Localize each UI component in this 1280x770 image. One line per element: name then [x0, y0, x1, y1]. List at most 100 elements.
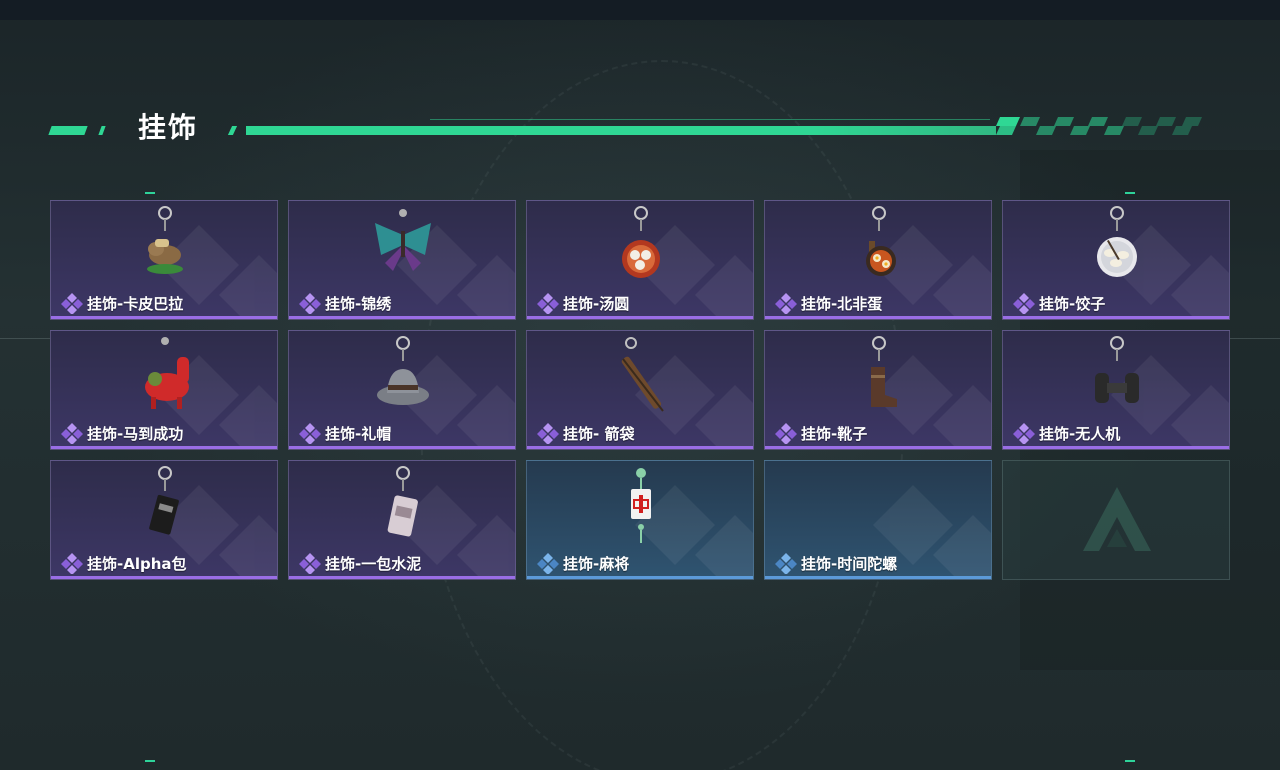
rarity-underline: [51, 316, 277, 319]
tangyuan-bowl-charm-icon: [601, 205, 681, 289]
red-horse-charm-icon: [125, 335, 205, 419]
cement-bag-charm-icon: [363, 465, 443, 549]
charm-card[interactable]: 挂饰-麻将: [526, 460, 754, 580]
rarity-diamond-icon: [775, 422, 797, 445]
rarity-underline: [289, 576, 515, 579]
charm-label-row: 挂饰-无人机: [1013, 421, 1120, 445]
charm-card[interactable]: 挂饰-Alpha包: [50, 460, 278, 580]
charm-name: 挂饰-卡皮巴拉: [87, 294, 184, 313]
shakshuka-pan-charm-icon: [839, 205, 919, 289]
charm-card[interactable]: 挂饰-马到成功: [50, 330, 278, 450]
charm-name: 挂饰-北非蛋: [801, 294, 883, 313]
header-accent-bar: [246, 126, 996, 135]
boot-charm-icon: [839, 335, 919, 419]
quiver-charm-icon: [601, 335, 681, 419]
rarity-diamond-icon: [61, 292, 83, 315]
charm-label-row: 挂饰- 箭袋: [537, 421, 634, 445]
corner-tick-bottom-right: [1125, 760, 1135, 762]
charm-card[interactable]: 挂饰-礼帽: [288, 330, 516, 450]
charm-label-row: 挂饰-一包水泥: [299, 551, 421, 575]
charm-name: 挂饰-礼帽: [325, 424, 392, 443]
rarity-diamond-icon: [61, 422, 83, 445]
game-logo-icon: [1079, 483, 1155, 559]
spinning-top-charm-icon: [839, 465, 919, 549]
rarity-diamond-icon: [775, 292, 797, 315]
charm-name: 挂饰-饺子: [1039, 294, 1106, 313]
rarity-underline: [527, 576, 753, 579]
rarity-underline: [765, 576, 991, 579]
rarity-underline: [765, 316, 991, 319]
rarity-underline: [1003, 446, 1229, 449]
rarity-diamond-icon: [299, 292, 321, 315]
butterfly-charm-icon: [363, 205, 443, 289]
charm-label-row: 挂饰-麻将: [537, 551, 629, 575]
corner-tick-top-right: [1125, 192, 1135, 194]
charm-label-row: 挂饰-饺子: [1013, 291, 1105, 315]
charm-label-row: 挂饰-锦绣: [299, 291, 391, 315]
dumplings-plate-charm-icon: [1077, 205, 1157, 289]
charm-name: 挂饰-汤圆: [563, 294, 630, 313]
charm-card[interactable]: 挂饰-汤圆: [526, 200, 754, 320]
charm-card[interactable]: 挂饰-饺子: [1002, 200, 1230, 320]
rarity-diamond-icon: [299, 422, 321, 445]
charm-label-row: 挂饰-靴子: [775, 421, 867, 445]
charm-label-row: 挂饰-礼帽: [299, 421, 391, 445]
rarity-diamond-icon: [1013, 292, 1035, 315]
capybara-charm-icon: [125, 205, 205, 289]
corner-tick-top-left: [145, 192, 155, 194]
empty-slot[interactable]: [1002, 460, 1230, 580]
rarity-diamond-icon: [537, 422, 559, 445]
rarity-diamond-icon: [775, 552, 797, 575]
fedora-hat-charm-icon: [363, 335, 443, 419]
charm-name: 挂饰-一包水泥: [325, 554, 422, 573]
charm-name: 挂饰-锦绣: [325, 294, 392, 313]
charm-card[interactable]: 挂饰- 箭袋: [526, 330, 754, 450]
right-guide-line: [1230, 338, 1280, 339]
charm-name: 挂饰-靴子: [801, 424, 868, 443]
top-strip: [0, 0, 1280, 20]
charm-label-row: 挂饰-Alpha包: [61, 551, 187, 575]
rarity-underline: [765, 446, 991, 449]
header-accent-slash: [98, 126, 106, 135]
corner-tick-bottom-left: [145, 760, 155, 762]
rarity-underline: [289, 446, 515, 449]
rarity-underline: [527, 316, 753, 319]
charm-label-row: 挂饰-时间陀螺: [775, 551, 897, 575]
charm-card[interactable]: 挂饰-时间陀螺: [764, 460, 992, 580]
charm-card[interactable]: 挂饰-无人机: [1002, 330, 1230, 450]
rarity-diamond-icon: [299, 552, 321, 575]
rarity-underline: [1003, 316, 1229, 319]
drone-wheels-charm-icon: [1077, 335, 1157, 419]
charm-name: 挂饰-无人机: [1039, 424, 1121, 443]
header-accent-slash-2: [227, 126, 238, 135]
rarity-underline: [527, 446, 753, 449]
rarity-underline: [289, 316, 515, 319]
rarity-underline: [51, 446, 277, 449]
charm-name: 挂饰-马到成功: [87, 424, 184, 443]
charm-name: 挂饰- 箭袋: [563, 424, 635, 443]
charm-card[interactable]: 挂饰-锦绣: [288, 200, 516, 320]
charm-card[interactable]: 挂饰-北非蛋: [764, 200, 992, 320]
charm-label-row: 挂饰-北非蛋: [775, 291, 882, 315]
charm-card[interactable]: 挂饰-靴子: [764, 330, 992, 450]
alpha-bag-charm-icon: [125, 465, 205, 549]
header-accent-block: [48, 126, 88, 135]
charm-card[interactable]: 挂饰-一包水泥: [288, 460, 516, 580]
left-guide-line: [0, 338, 50, 339]
rarity-diamond-icon: [61, 552, 83, 575]
charms-screen: 挂饰 挂饰-卡皮巴拉 挂饰-锦绣 挂饰-汤圆 挂饰-北非蛋 挂饰-饺子 挂饰-马到成功 挂饰…: [0, 0, 1280, 770]
charm-name: 挂饰-麻将: [563, 554, 630, 573]
header-thin-line: [430, 119, 990, 120]
header-checker-pattern: [996, 117, 1202, 135]
rarity-diamond-icon: [537, 552, 559, 575]
charm-label-row: 挂饰-汤圆: [537, 291, 629, 315]
charms-grid: 挂饰-卡皮巴拉 挂饰-锦绣 挂饰-汤圆 挂饰-北非蛋 挂饰-饺子挂饰-马到成功 挂饰-礼帽…: [50, 200, 1230, 580]
rarity-underline: [51, 576, 277, 579]
rarity-diamond-icon: [537, 292, 559, 315]
charm-name: 挂饰-Alpha包: [87, 554, 187, 573]
section-title: 挂饰: [138, 111, 199, 144]
charm-label-row: 挂饰-马到成功: [61, 421, 183, 445]
charm-card[interactable]: 挂饰-卡皮巴拉: [50, 200, 278, 320]
rarity-diamond-icon: [1013, 422, 1035, 445]
mahjong-tile-charm-icon: [601, 465, 681, 549]
